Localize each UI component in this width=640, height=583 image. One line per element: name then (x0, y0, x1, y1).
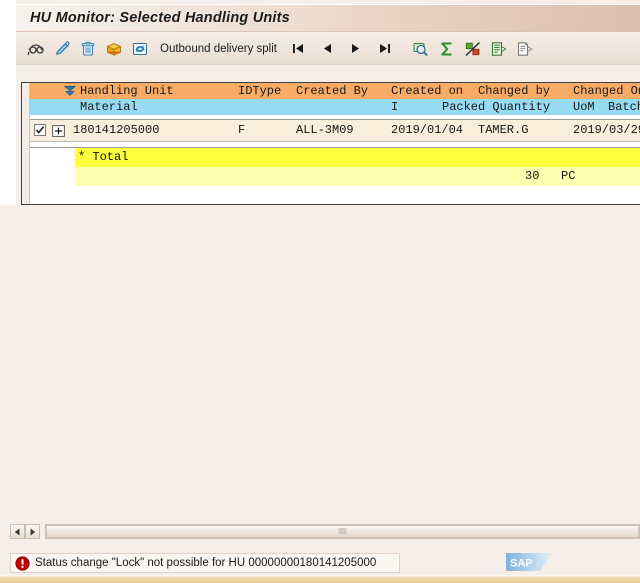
total-label: * Total (78, 150, 129, 164)
subtotal-icon[interactable] (461, 36, 485, 62)
cell-changed-by[interactable]: TAMER.G (478, 120, 528, 141)
sort-descending-icon[interactable] (64, 85, 76, 97)
cell-idtype[interactable]: F (238, 120, 245, 141)
status-message-panel[interactable]: Status change "Lock" not possible for HU… (10, 553, 400, 573)
total-row-left-pad (30, 148, 75, 167)
next-row-icon[interactable] (343, 36, 370, 62)
horizontal-scrollbar[interactable] (10, 523, 640, 540)
total-values-row: 30 PC (30, 167, 640, 186)
sap-gui-window: HU Monitor: Selected Handling Units Outb… (0, 0, 640, 583)
first-row-icon[interactable] (285, 36, 312, 62)
column-header-idtype[interactable]: IDType (238, 83, 281, 99)
print-preview-icon[interactable] (513, 36, 537, 62)
scrollbar-track[interactable] (45, 524, 640, 539)
scrollbar-grip-icon (338, 528, 347, 534)
status-message-text: Status change "Lock" not possible for HU… (35, 557, 377, 569)
total-values-left-pad (30, 167, 75, 186)
svg-text:SAP: SAP (510, 558, 533, 570)
cell-created-on[interactable]: 2019/01/04 (391, 120, 463, 141)
expand-row-icon[interactable] (52, 124, 65, 137)
cell-created-by[interactable]: ALL-3M09 (296, 120, 354, 141)
status-bar: Status change "Lock" not possible for HU… (0, 551, 640, 575)
last-row-icon[interactable] (372, 36, 399, 62)
table-row[interactable]: 180141205000 F ALL-3M09 2019/01/04 TAMER… (30, 120, 640, 142)
grid-total-block: * Total 30 PC (30, 147, 640, 186)
column-header-handling-unit[interactable]: Handling Unit (80, 83, 174, 99)
error-icon (15, 555, 30, 571)
cell-handling-unit[interactable]: 180141205000 (73, 120, 159, 141)
outbound-delivery-split-button[interactable]: Outbound delivery split (160, 43, 277, 55)
refresh-icon[interactable] (128, 36, 152, 62)
column-header-batch[interactable]: Batch (608, 99, 640, 115)
sum-icon[interactable] (435, 36, 459, 62)
grid-header-row-1: Handling Unit IDType Created By Created … (30, 83, 640, 99)
column-header-created-on[interactable]: Created on (391, 83, 463, 99)
sap-logo: SAP (506, 553, 552, 571)
export-icon[interactable] (487, 36, 511, 62)
row-select-checkbox[interactable] (34, 124, 46, 136)
scroll-right-icon[interactable] (25, 524, 40, 539)
previous-row-icon[interactable] (314, 36, 341, 62)
column-header-packed-quantity[interactable]: Packed Quantity (442, 99, 550, 115)
column-header-changed-on[interactable]: Changed On (573, 83, 640, 99)
column-header-uom[interactable]: UoM (573, 99, 595, 115)
total-uom: PC (561, 169, 576, 183)
column-header-changed-by[interactable]: Changed by (478, 83, 550, 99)
application-toolbar: Outbound delivery split (16, 33, 640, 65)
pack-hu-icon[interactable] (102, 36, 126, 62)
grid-header: Handling Unit IDType Created By Created … (30, 83, 640, 115)
grid-header-row-2: Material I Packed Quantity UoM Batch (30, 99, 640, 115)
grid-body: 180141205000 F ALL-3M09 2019/01/04 TAMER… (30, 119, 640, 146)
page-title: HU Monitor: Selected Handling Units (30, 10, 290, 26)
delete-hu-icon[interactable] (76, 36, 100, 62)
column-header-i[interactable]: I (391, 99, 398, 115)
column-header-created-by[interactable]: Created By (296, 83, 368, 99)
find-icon[interactable] (409, 36, 433, 62)
grid-left-gutter (22, 83, 30, 204)
cell-changed-on[interactable]: 2019/03/29 (573, 120, 640, 141)
window-bottom-bar (0, 575, 640, 583)
alv-grid: Handling Unit IDType Created By Created … (21, 82, 640, 205)
scrollbar-thumb[interactable] (46, 525, 639, 538)
scroll-left-icon[interactable] (10, 524, 25, 539)
column-header-material[interactable]: Material (80, 99, 138, 115)
total-quantity: 30 (525, 169, 540, 183)
total-label-row: * Total (30, 148, 640, 167)
display-hu-icon[interactable] (24, 36, 48, 62)
window-title-bar: HU Monitor: Selected Handling Units (16, 4, 640, 32)
change-hu-icon[interactable] (50, 36, 74, 62)
window-left-strip-lower (0, 205, 21, 535)
